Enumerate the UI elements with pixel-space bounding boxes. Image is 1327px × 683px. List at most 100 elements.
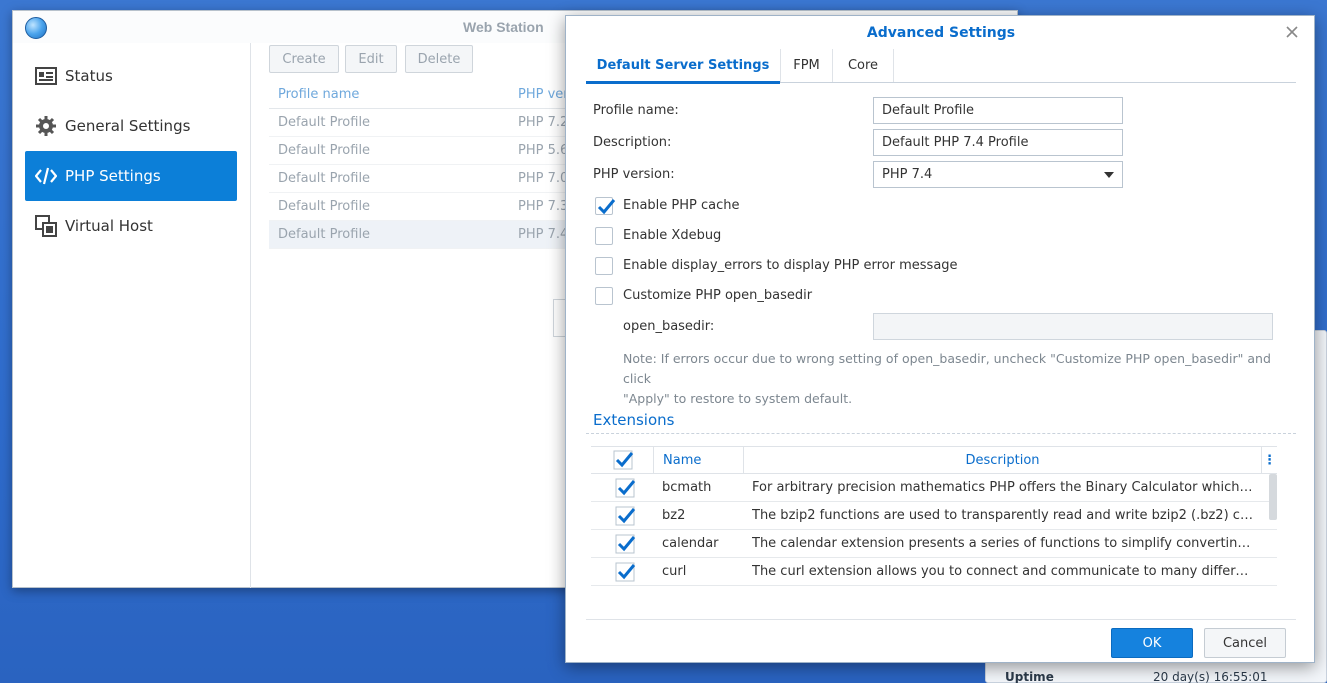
sidebar-item-php-settings[interactable]: PHP Settings [25,151,237,201]
extensions-table-header: Name Description ⋮ [591,446,1277,474]
profile-name-cell: Default Profile [278,199,371,214]
tab-fpm[interactable]: FPM [780,49,832,82]
web-station-logo-icon [25,17,47,39]
extensions-title: Extensions [593,411,675,429]
create-button[interactable]: Create [269,45,339,73]
customize-open-basedir-label: Customize PHP open_basedir [623,288,813,303]
table-row[interactable]: Default Profile PHP 7.0 [269,165,589,193]
table-row[interactable]: bz2 The bzip2 functions are used to tran… [591,502,1277,530]
extension-name: bz2 [662,508,686,523]
enable-php-cache-label: Enable PHP cache [623,198,740,213]
column-profile-name[interactable]: Profile name [278,87,359,102]
code-icon [35,165,57,187]
open-basedir-note: Note: If errors occur due to wrong setti… [623,349,1293,409]
virtual-host-icon [35,215,57,237]
uptime-value: 20 day(s) 16:55:01 [1153,670,1268,683]
php-version-cell: PHP 5.6 [518,143,569,158]
tab-default-server-settings[interactable]: Default Server Settings [586,49,780,84]
php-version-cell: PHP 7.3 [518,199,569,214]
sidebar-item-label: Virtual Host [65,217,153,235]
extensions-table: Name Description ⋮ bcmath For arbitrary … [591,446,1277,598]
checkmark-icon [615,534,636,554]
column-php-version[interactable]: PHP ver [518,87,569,102]
extension-description: The calendar extension presents a series… [752,536,1254,551]
enable-php-cache-checkbox[interactable] [595,197,616,215]
table-row[interactable]: Default Profile PHP 7.2 [269,109,589,137]
enable-display-errors-label: Enable display_errors to display PHP err… [623,258,958,273]
extension-description: For arbitrary precision mathematics PHP … [752,480,1254,495]
extension-checkbox[interactable] [615,478,636,498]
checkmark-icon [597,199,616,215]
profile-name-cell: Default Profile [278,143,371,158]
dialog-title: Advanced Settings [866,25,1016,41]
checkmark-icon [615,562,636,582]
php-version-select[interactable]: PHP 7.4 [873,161,1123,188]
extension-name: curl [662,564,687,579]
extension-name: calendar [662,536,719,551]
edit-button[interactable]: Edit [345,45,397,73]
table-row[interactable]: bcmath For arbitrary precision mathemati… [591,474,1277,502]
sidebar-item-label: Status [65,67,113,85]
extension-checkbox[interactable] [615,562,636,582]
web-station-sidebar: Status General Settings PHP Settings Vir… [13,43,251,588]
php-version-label: PHP version: [593,167,675,182]
column-name[interactable]: Name [653,447,743,473]
description-field[interactable]: Default PHP 7.4 Profile [873,129,1123,156]
php-version-value: PHP 7.4 [882,167,933,182]
ok-button[interactable]: OK [1111,628,1193,658]
description-label: Description: [593,135,672,150]
php-version-cell: PHP 7.4 [518,227,569,242]
sidebar-item-label: General Settings [65,117,191,135]
table-row[interactable]: calendar The calendar extension presents… [591,530,1277,558]
column-description[interactable]: Description [743,447,1261,473]
column-menu-icon[interactable]: ⋮ [1261,447,1277,473]
delete-button[interactable]: Delete [405,45,473,73]
enable-xdebug-label: Enable Xdebug [623,228,722,243]
profile-table: Profile name PHP ver Default Profile PHP… [269,81,589,249]
extensions-divider [586,433,1296,434]
extension-checkbox[interactable] [615,506,636,526]
extension-name: bcmath [662,480,712,495]
enable-xdebug-checkbox[interactable] [595,227,613,245]
php-version-cell: PHP 7.0 [518,171,569,186]
sidebar-item-status[interactable]: Status [25,51,237,101]
status-icon [35,65,57,87]
checkmark-icon [615,478,636,498]
note-line-2: "Apply" to restore to system default. [623,391,853,406]
extension-description: The curl extension allows you to connect… [752,564,1254,579]
sidebar-item-label: PHP Settings [65,167,161,185]
table-row[interactable]: curl The curl extension allows you to co… [591,558,1277,586]
php-version-cell: PHP 7.2 [518,115,569,130]
uptime-label: Uptime [1005,670,1054,683]
open-basedir-field[interactable] [873,313,1273,340]
tab-core[interactable]: Core [832,49,894,82]
chevron-down-icon [1104,172,1114,178]
table-row[interactable]: Default Profile PHP 7.4 [269,221,589,249]
extensions-scrollbar[interactable] [1269,474,1277,520]
footer-divider [586,619,1296,620]
profile-name-cell: Default Profile [278,227,371,242]
checkmark-icon [615,506,636,526]
profile-name-field[interactable]: Default Profile [873,97,1123,124]
close-icon[interactable] [1284,24,1300,40]
checkmark-icon [613,450,634,470]
gear-icon [35,115,57,137]
extension-checkbox[interactable] [615,534,636,554]
enable-display-errors-checkbox[interactable] [595,257,613,275]
table-row[interactable]: Default Profile PHP 5.6 [269,137,589,165]
profile-name-cell: Default Profile [278,115,371,130]
table-row[interactable]: Default Profile PHP 7.3 [269,193,589,221]
sidebar-item-general-settings[interactable]: General Settings [25,101,237,151]
extension-description: The bzip2 functions are used to transpar… [752,508,1254,523]
sidebar-item-virtual-host[interactable]: Virtual Host [25,201,237,251]
customize-open-basedir-checkbox[interactable] [595,287,613,305]
profile-table-header: Profile name PHP ver [269,81,589,109]
cancel-button[interactable]: Cancel [1204,628,1286,658]
note-line-1: Note: If errors occur due to wrong setti… [623,351,1271,386]
advanced-settings-dialog: Advanced Settings Default Server Setting… [565,15,1315,663]
select-all-checkbox[interactable] [613,450,634,470]
profile-name-cell: Default Profile [278,171,371,186]
web-station-main: Create Edit Delete Profile name PHP ver … [269,43,589,588]
dialog-tabs: Default Server Settings FPM Core [586,49,1296,84]
open-basedir-label: open_basedir: [623,319,715,334]
